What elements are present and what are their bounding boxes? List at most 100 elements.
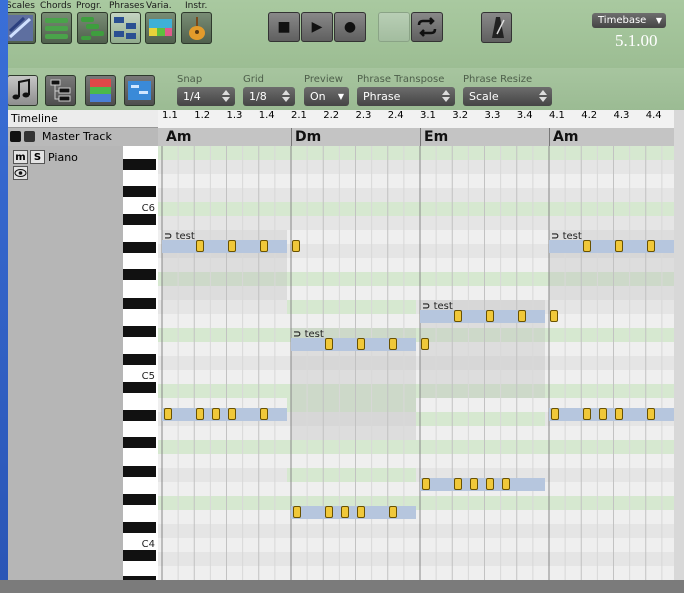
timebase-label: Timebase xyxy=(598,15,647,26)
note-block[interactable] xyxy=(228,240,236,252)
black-key[interactable] xyxy=(123,410,156,421)
black-key[interactable] xyxy=(123,214,156,225)
phrase-transpose-spinner[interactable]: Phrase xyxy=(357,87,455,106)
record-button[interactable]: ● xyxy=(334,12,366,42)
chord-label[interactable]: Em xyxy=(424,129,448,145)
solo-button[interactable]: S xyxy=(30,150,45,164)
black-key[interactable] xyxy=(123,522,156,533)
pause-icon[interactable] xyxy=(10,131,21,142)
note-block[interactable] xyxy=(583,240,591,252)
black-key[interactable] xyxy=(123,382,156,393)
note-block[interactable] xyxy=(357,338,365,350)
black-key[interactable] xyxy=(123,326,156,337)
progressions-tab-button[interactable] xyxy=(77,12,108,44)
loop-button[interactable] xyxy=(411,12,443,42)
black-key[interactable] xyxy=(123,494,156,505)
note-block[interactable] xyxy=(502,478,510,490)
note-block[interactable] xyxy=(260,240,268,252)
note-view-button[interactable] xyxy=(7,75,38,106)
timeline-ruler[interactable]: 1.1 1.2 1.3 1.4 2.1 2.2 2.3 2.4 3.1 3.2 3.3 3.4 4.1 4… xyxy=(158,110,684,129)
phrase-label-tag[interactable]: ⊃ test xyxy=(164,231,195,242)
note-block[interactable] xyxy=(486,310,494,322)
piano-roll-canvas[interactable] xyxy=(158,146,674,580)
note-block[interactable] xyxy=(615,408,623,420)
play-button[interactable]: ▶ xyxy=(301,12,333,42)
variations-tab-button[interactable] xyxy=(145,12,176,44)
note-block[interactable] xyxy=(550,310,558,322)
black-key[interactable] xyxy=(123,186,156,197)
spinner-arrows-icon xyxy=(222,90,230,102)
phrase-resize-spinner[interactable]: Scale xyxy=(463,87,552,106)
black-key[interactable] xyxy=(123,354,156,365)
note-block[interactable] xyxy=(228,408,236,420)
note-block[interactable] xyxy=(389,338,397,350)
black-key[interactable] xyxy=(123,550,156,561)
note-block[interactable] xyxy=(341,506,349,518)
black-key[interactable] xyxy=(123,242,156,253)
note-block[interactable] xyxy=(325,338,333,350)
phrase-label-tag[interactable]: ⊃ test xyxy=(551,231,582,242)
note-block[interactable] xyxy=(325,506,333,518)
note-block[interactable] xyxy=(196,408,204,420)
note-block[interactable] xyxy=(583,408,591,420)
snap-spinner[interactable]: 1/4 xyxy=(177,87,235,106)
phrase-label-tag[interactable]: ⊃ test xyxy=(293,329,324,340)
instruments-tab-button[interactable] xyxy=(181,12,212,44)
metronome-icon xyxy=(492,17,505,38)
note-block[interactable] xyxy=(615,240,623,252)
mute-button[interactable]: m xyxy=(13,150,28,164)
black-key[interactable] xyxy=(123,298,156,309)
note-block[interactable] xyxy=(357,506,365,518)
stop-button[interactable]: ■ xyxy=(268,12,300,42)
visibility-toggle[interactable] xyxy=(13,166,28,180)
black-key[interactable] xyxy=(123,269,156,280)
grid-spinner[interactable]: 1/8 xyxy=(243,87,295,106)
preview-dropdown[interactable]: On ▼ xyxy=(304,87,349,106)
phrases-icon xyxy=(114,17,136,39)
piano-keyboard[interactable]: C6 C5 C4 xyxy=(123,146,159,587)
ruler-beat-label: 2.1 xyxy=(291,110,307,121)
metronome-button[interactable] xyxy=(481,12,512,43)
ruler-beat-label: 3.1 xyxy=(420,110,436,121)
note-block[interactable] xyxy=(212,408,220,420)
black-key[interactable] xyxy=(123,437,156,448)
chords-tab-button[interactable] xyxy=(41,12,72,44)
note-block[interactable] xyxy=(551,408,559,420)
note-block[interactable] xyxy=(470,478,478,490)
black-key[interactable] xyxy=(123,159,156,170)
phrase-band xyxy=(162,408,287,421)
note-block[interactable] xyxy=(647,408,655,420)
tree-view-button[interactable] xyxy=(45,75,76,106)
note-block[interactable] xyxy=(518,310,526,322)
note-block[interactable] xyxy=(293,506,301,518)
timebase-dropdown[interactable]: Timebase ▼ xyxy=(592,13,666,28)
phrases-tab-button[interactable] xyxy=(110,12,141,44)
pianoroll-view-button[interactable] xyxy=(124,75,155,106)
chord-label[interactable]: Dm xyxy=(295,129,321,145)
note-block[interactable] xyxy=(599,408,607,420)
note-block[interactable] xyxy=(292,240,300,252)
note-block[interactable] xyxy=(422,478,430,490)
scales-tab-button[interactable] xyxy=(5,12,36,44)
chord-track[interactable]: Am Dm Em Am xyxy=(158,128,684,147)
note-block[interactable] xyxy=(647,240,655,252)
phrase-label: test xyxy=(304,329,324,340)
note-block[interactable] xyxy=(389,506,397,518)
chord-label[interactable]: Am xyxy=(553,129,578,145)
vertical-scrollbar[interactable] xyxy=(674,110,684,580)
note-block[interactable] xyxy=(260,408,268,420)
note-block[interactable] xyxy=(421,338,429,350)
chord-label[interactable]: Am xyxy=(166,129,191,145)
color-view-button[interactable] xyxy=(85,75,116,106)
master-track-header[interactable]: Master Track xyxy=(8,128,158,147)
phrase-label-tag[interactable]: ⊃ test xyxy=(422,301,453,312)
note-block[interactable] xyxy=(164,408,172,420)
note-block[interactable] xyxy=(486,478,494,490)
note-block[interactable] xyxy=(196,240,204,252)
horizontal-scrollbar[interactable] xyxy=(0,580,684,593)
piano-roll-grid[interactable]: ⊃ test ⊃ test ⊃ test ⊃ test xyxy=(158,146,674,580)
speaker-icon[interactable] xyxy=(24,131,35,142)
note-block[interactable] xyxy=(454,310,462,322)
note-block[interactable] xyxy=(454,478,462,490)
black-key[interactable] xyxy=(123,466,156,477)
